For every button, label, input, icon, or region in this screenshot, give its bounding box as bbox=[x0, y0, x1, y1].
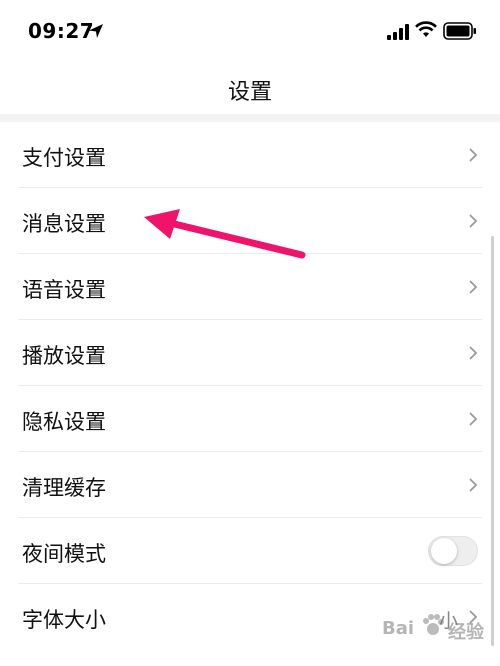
status-time: 09:27 bbox=[28, 19, 95, 43]
settings-list: 支付设置 消息设置 语音设置 播放设置 隐私设置 清理缓存 夜间模式 字体大小 … bbox=[0, 122, 500, 650]
page-title: 设置 bbox=[227, 80, 272, 105]
status-bar: 09:27 bbox=[0, 0, 500, 60]
watermark-text-left: Bai bbox=[382, 618, 415, 639]
location-arrow-icon bbox=[89, 24, 103, 38]
settings-item-label: 字体大小 bbox=[22, 608, 106, 632]
settings-item-night-mode: 夜间模式 bbox=[0, 518, 500, 584]
chevron-right-icon bbox=[469, 412, 478, 426]
watermark-text-right: 经验 bbox=[448, 622, 484, 643]
settings-item-label: 清理缓存 bbox=[22, 476, 106, 500]
settings-item-playback[interactable]: 播放设置 bbox=[0, 320, 500, 386]
baidu-watermark: Bai 经验 bbox=[378, 604, 496, 658]
chevron-right-icon bbox=[469, 280, 478, 294]
settings-item-label: 语音设置 bbox=[22, 278, 106, 302]
chevron-right-icon bbox=[469, 346, 478, 360]
scrollbar[interactable] bbox=[491, 236, 494, 646]
toggle-knob bbox=[431, 538, 457, 564]
night-mode-toggle[interactable] bbox=[428, 536, 478, 566]
settings-item-label: 消息设置 bbox=[22, 212, 106, 236]
paw-logo-icon bbox=[423, 614, 444, 635]
settings-item-label: 支付设置 bbox=[22, 146, 106, 170]
settings-item-payment[interactable]: 支付设置 bbox=[0, 122, 500, 188]
chevron-right-icon bbox=[469, 148, 478, 162]
wifi-icon bbox=[415, 21, 437, 37]
settings-item-label: 隐私设置 bbox=[22, 410, 106, 434]
settings-item-label: 播放设置 bbox=[22, 344, 106, 368]
chevron-right-icon bbox=[469, 478, 478, 492]
battery-icon bbox=[443, 22, 476, 40]
settings-item-clear-cache[interactable]: 清理缓存 bbox=[0, 452, 500, 518]
cellular-signal-icon bbox=[387, 24, 409, 40]
settings-item-privacy[interactable]: 隐私设置 bbox=[0, 386, 500, 452]
chevron-right-icon bbox=[469, 214, 478, 228]
settings-item-label: 夜间模式 bbox=[22, 542, 106, 566]
annotation-arrow-icon bbox=[144, 209, 306, 259]
section-divider bbox=[0, 114, 500, 122]
